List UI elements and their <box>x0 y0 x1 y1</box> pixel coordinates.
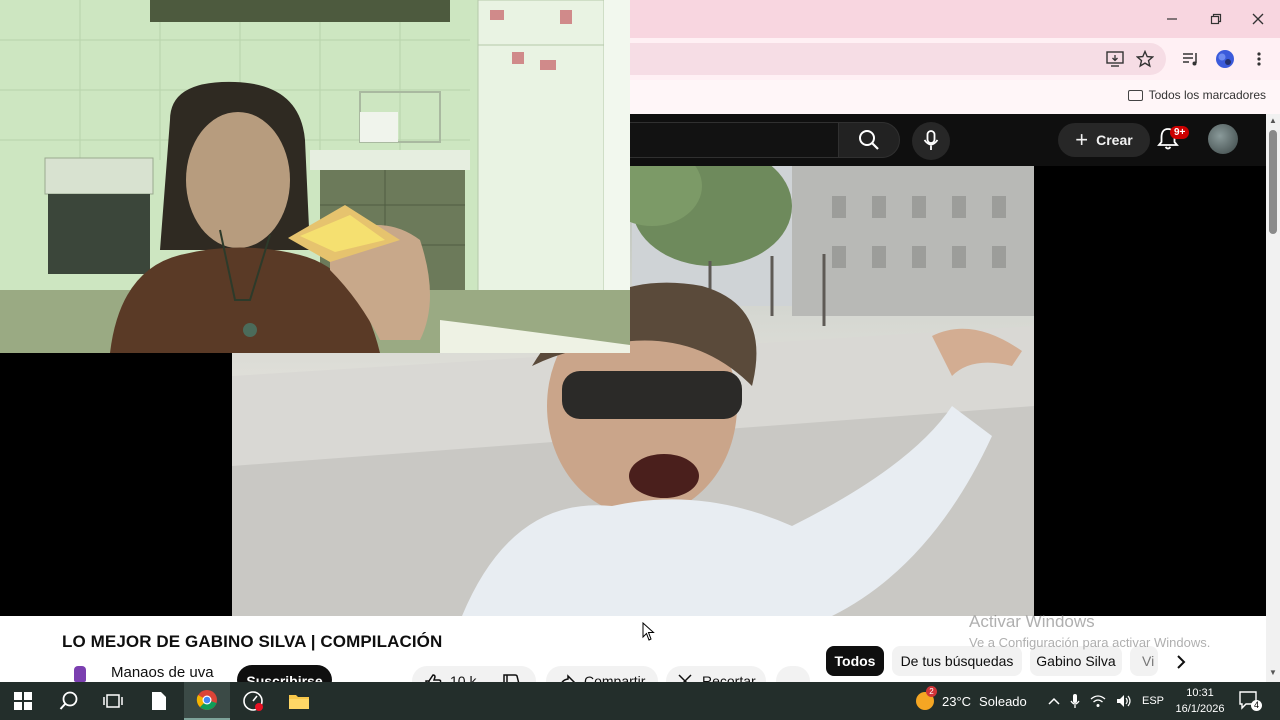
video-title: LO MEJOR DE GABINO SILVA | COMPILACIÓN <box>62 632 443 651</box>
create-button[interactable]: + Crear <box>1058 123 1150 157</box>
taskbar-search-button[interactable] <box>46 682 92 720</box>
search-icon <box>859 130 879 150</box>
maximize-icon[interactable] <box>1202 6 1230 32</box>
voice-search-button[interactable] <box>912 122 950 160</box>
search-button[interactable] <box>838 122 900 158</box>
notification-badge: 9+ <box>1170 126 1190 139</box>
chip-todos[interactable]: Todos <box>826 646 884 676</box>
recorder-icon <box>243 691 263 711</box>
search-icon <box>59 691 78 710</box>
system-tray: ESP <box>1048 682 1164 720</box>
install-icon[interactable] <box>1104 48 1126 70</box>
all-bookmarks-label: Todos los marcadores <box>1148 88 1266 102</box>
minimize-icon[interactable] <box>1158 6 1186 32</box>
scroll-up-arrow[interactable]: ▲ <box>1269 117 1277 125</box>
volume-icon[interactable] <box>1116 694 1132 708</box>
task-view-button[interactable] <box>90 682 136 720</box>
windows-icon <box>14 692 32 710</box>
screen: Todos los marcadores + Crear 9+ ▲ ▼ LO M… <box>0 0 1280 720</box>
weather-temp: 23°C <box>942 693 972 709</box>
channel-avatar[interactable] <box>74 666 86 682</box>
notification-center-button[interactable]: 4 <box>1238 690 1262 712</box>
chrome-icon <box>196 690 217 710</box>
chip-gabino-silva[interactable]: Gabino Silva <box>1030 646 1122 676</box>
start-button[interactable] <box>0 682 46 720</box>
language-indicator[interactable]: ESP <box>1142 695 1164 707</box>
wifi-icon[interactable] <box>1090 694 1106 708</box>
clock-time: 10:31 <box>1186 687 1214 699</box>
scroll-thumb[interactable] <box>1269 130 1277 234</box>
webcam-scene <box>0 0 630 353</box>
task-view-icon <box>103 694 123 708</box>
taskbar-file-explorer[interactable] <box>276 682 322 720</box>
document-icon <box>152 692 166 710</box>
webcam-overlay <box>0 0 630 353</box>
media-icon[interactable] <box>1180 48 1202 70</box>
chevron-right-icon[interactable] <box>1168 650 1194 674</box>
taskbar-file-app[interactable] <box>136 682 182 720</box>
menu-icon[interactable] <box>1248 48 1270 70</box>
scroll-down-arrow[interactable]: ▼ <box>1269 669 1277 677</box>
clock[interactable]: 10:31 16/1/2026 <box>1170 685 1230 717</box>
folder-icon <box>289 695 309 709</box>
profile-icon[interactable] <box>1214 48 1236 70</box>
address-bar[interactable] <box>560 43 1166 75</box>
weather-condition: Soleado <box>979 693 1027 709</box>
mic-icon[interactable] <box>1070 693 1080 709</box>
chip-partial[interactable]: Vi <box>1130 646 1158 676</box>
all-bookmarks-button[interactable]: Todos los marcadores <box>1127 88 1266 102</box>
mic-icon <box>923 130 939 150</box>
sun-icon: 2 <box>916 686 937 710</box>
page-scrollbar[interactable]: ▲ ▼ <box>1266 114 1280 682</box>
create-label: Crear <box>1096 132 1133 148</box>
chip-de-tus-busquedas[interactable]: De tus búsquedas <box>892 646 1022 676</box>
plus-icon: + <box>1075 127 1089 152</box>
clock-date: 16/1/2026 <box>1175 703 1225 715</box>
weather-widget[interactable]: 2 23°C Soleado <box>916 682 1027 720</box>
close-icon[interactable] <box>1244 6 1272 32</box>
channel-name[interactable]: Manaos de uva <box>111 664 214 681</box>
video-details: LO MEJOR DE GABINO SILVA | COMPILACIÓN M… <box>0 616 1266 696</box>
notification-count: 4 <box>1251 700 1262 711</box>
folder-icon <box>1127 89 1143 101</box>
chevron-up-icon[interactable] <box>1048 696 1060 706</box>
star-icon[interactable] <box>1134 48 1156 70</box>
taskbar-recorder[interactable] <box>230 682 276 720</box>
avatar[interactable] <box>1208 124 1238 154</box>
taskbar: 2 23°C Soleado ESP 10:31 16/1/2026 4 <box>0 682 1280 720</box>
weather-badge: 2 <box>926 686 937 697</box>
taskbar-chrome[interactable] <box>184 682 230 720</box>
video-letterbox-right <box>1034 166 1266 616</box>
mouse-cursor <box>642 621 656 647</box>
